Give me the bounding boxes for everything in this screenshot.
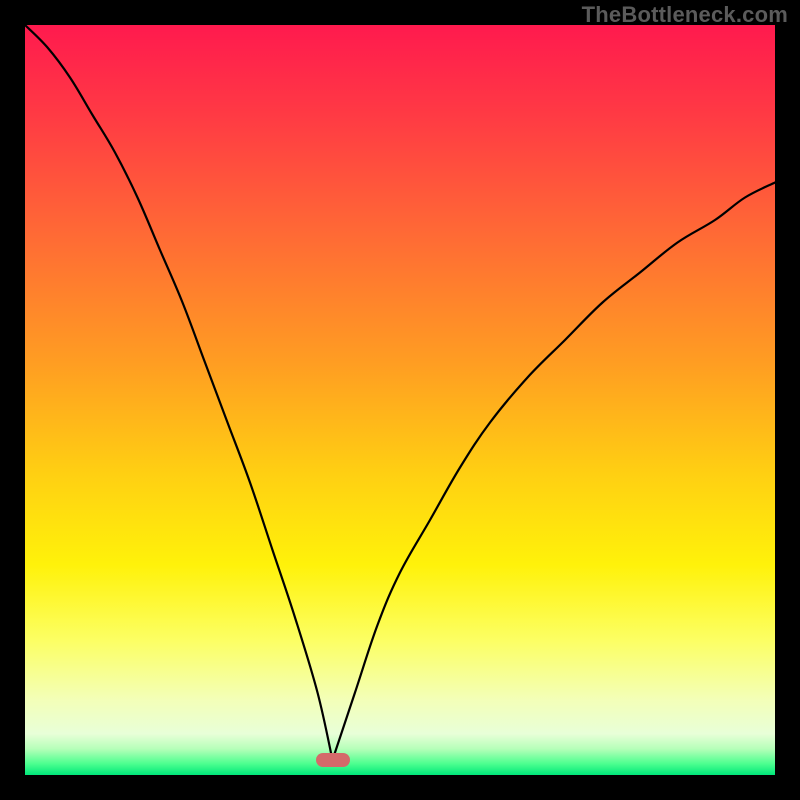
watermark-label: TheBottleneck.com: [582, 2, 788, 28]
plot-svg: [25, 25, 775, 775]
chart-frame: TheBottleneck.com: [0, 0, 800, 800]
minimum-marker: [316, 753, 350, 767]
gradient-background: [25, 25, 775, 775]
plot-area: [25, 25, 775, 775]
